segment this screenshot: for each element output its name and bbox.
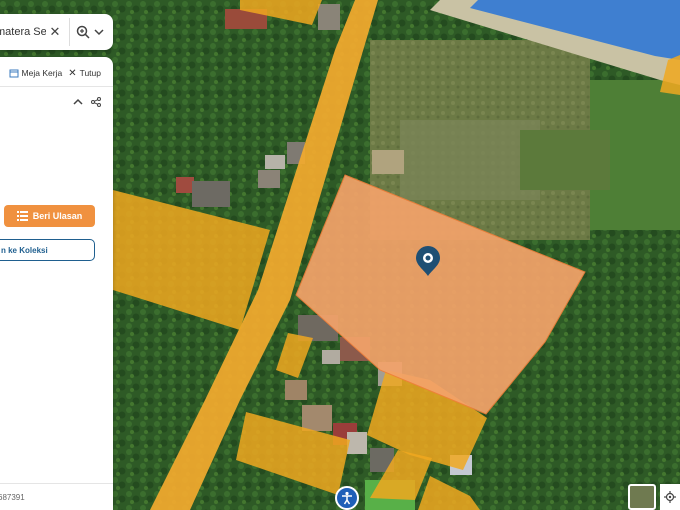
panel-divider bbox=[0, 86, 113, 87]
calendar-icon bbox=[9, 69, 19, 78]
desk-label: Meja Kerja bbox=[21, 68, 63, 78]
review-label: Beri Ulasan bbox=[32, 211, 83, 221]
panel-controls bbox=[73, 97, 101, 107]
search-divider bbox=[69, 18, 70, 46]
list-icon bbox=[16, 211, 28, 221]
zoom-search-icon bbox=[76, 25, 90, 39]
chevron-down-icon bbox=[94, 29, 104, 36]
accessibility-button[interactable] bbox=[335, 486, 359, 510]
close-label: Tutup bbox=[79, 68, 101, 78]
locate-button[interactable] bbox=[660, 484, 680, 510]
search-bar[interactable]: matera Sela ✕ bbox=[0, 14, 113, 50]
panel-toolbar: Meja Kerja ✕ Tutup bbox=[0, 63, 113, 83]
info-panel: Meja Kerja ✕ Tutup Beri Ulasan n ke Kole… bbox=[0, 57, 113, 510]
add-to-collection-button[interactable]: n ke Koleksi bbox=[0, 239, 95, 261]
share-icon[interactable] bbox=[91, 97, 101, 107]
close-icon: ✕ bbox=[68, 67, 77, 79]
search-input[interactable]: matera Sela bbox=[0, 26, 46, 38]
close-panel-button[interactable]: ✕ Tutup bbox=[68, 68, 101, 79]
collection-label: n ke Koleksi bbox=[1, 245, 48, 255]
close-icon[interactable]: ✕ bbox=[48, 24, 62, 40]
layer-switcher[interactable] bbox=[628, 484, 656, 510]
accessibility-icon bbox=[342, 491, 352, 505]
zoom-search-button[interactable] bbox=[76, 25, 105, 39]
locate-icon bbox=[664, 491, 676, 503]
review-button[interactable]: Beri Ulasan bbox=[4, 205, 95, 227]
panel-footer: 687391 bbox=[0, 483, 113, 510]
chevron-up-icon[interactable] bbox=[73, 97, 83, 107]
desk-button[interactable]: Meja Kerja bbox=[9, 68, 63, 78]
footer-text: 687391 bbox=[0, 492, 25, 502]
